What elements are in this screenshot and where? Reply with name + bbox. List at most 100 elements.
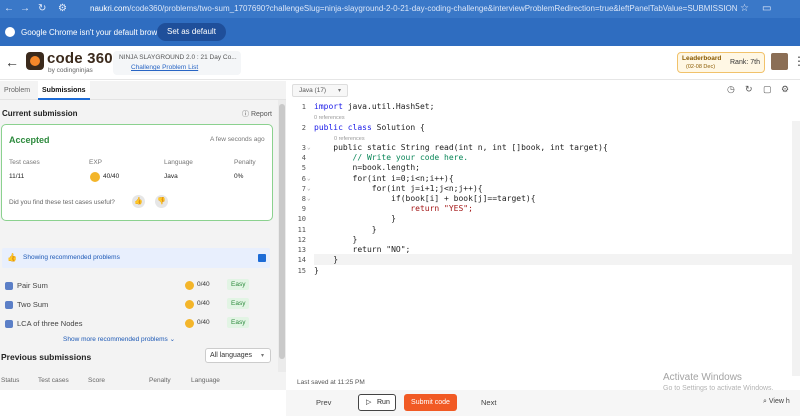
recommended-checkbox[interactable] (258, 254, 266, 262)
timer-icon[interactable]: ◷ (727, 84, 735, 95)
play-icon: ▷ (366, 399, 372, 406)
code-lens-references[interactable]: 0 references (314, 115, 345, 121)
code-line: if(book[i] + book[j]==target){ (314, 194, 536, 203)
prev-button[interactable]: Prev (316, 398, 331, 407)
col-penalty: Penalty (149, 377, 171, 384)
app-header: ← code 360 by codingninjas NINJA SLAYGRO… (0, 46, 800, 80)
submission-time: A few seconds ago (210, 136, 265, 143)
recommended-banner-label: Showing recommended problems (23, 254, 120, 261)
code-area[interactable]: 1 import java.util.HashSet; 0 references… (286, 101, 800, 376)
scrollbar-thumb[interactable] (279, 104, 285, 359)
challenge-title: NINJA SLAYGROUND 2.0 : 21 Day Co... (119, 54, 237, 61)
code360-logo-icon (26, 52, 44, 70)
feedback-question: Did you find these test cases useful? (9, 199, 115, 206)
code-line: import java.util.HashSet; (314, 102, 435, 111)
col-language: Language (191, 377, 220, 384)
value-language: Java (164, 173, 178, 180)
show-more-link[interactable]: Show more recommended problems ⌄ (63, 335, 175, 343)
settings-gear-icon[interactable]: ⚙ (781, 84, 789, 95)
code-line: for(int j=i+1;j<n;j++){ (314, 184, 483, 193)
fold-chevron-icon[interactable]: ⌄ (307, 144, 311, 151)
left-scrollbar[interactable] (278, 100, 286, 372)
problem-icon (5, 301, 13, 309)
site-info-icon[interactable]: ⚙ (58, 3, 67, 14)
set-default-button[interactable]: Set as default (157, 23, 226, 41)
last-saved-status: Last saved at 11:25 PM (297, 379, 365, 386)
address-bar[interactable]: naukri.com/code360/problems/two-sum_1707… (90, 4, 738, 13)
default-browser-infobar: Google Chrome isn't your default browser… (0, 18, 800, 46)
star-icon[interactable]: ☆ (740, 3, 749, 14)
layout-icon[interactable]: ▢ (763, 84, 772, 95)
header-test-cases: Test cases (9, 159, 40, 166)
reload-icon[interactable]: ↻ (38, 3, 46, 14)
fold-chevron-icon[interactable]: ⌄ (307, 175, 311, 182)
tab-submissions[interactable]: Submissions (38, 81, 90, 100)
problem-name[interactable]: Pair Sum (17, 281, 48, 290)
thumbs-down-icon[interactable]: 👎 (155, 195, 168, 208)
header-penalty: Penalty (234, 159, 256, 166)
coin-icon (185, 300, 194, 309)
problem-name[interactable]: LCA of three Nodes (17, 319, 82, 328)
challenge-problem-list-link[interactable]: Challenge Problem List (131, 64, 198, 71)
code-lens-references[interactable]: 0 references (334, 136, 365, 142)
infobar-message: Google Chrome isn't your default browser (21, 28, 169, 37)
problem-exp: 0/40 (197, 300, 210, 307)
back-nav-icon[interactable]: ← (4, 3, 14, 14)
submit-code-button[interactable]: Submit code (404, 394, 457, 411)
header-language: Language (164, 159, 193, 166)
code-line: } (314, 255, 339, 264)
list-item[interactable]: Two Sum 0/40 Easy (5, 298, 265, 312)
list-item[interactable]: LCA of three Nodes 0/40 Easy (5, 317, 265, 331)
report-button[interactable]: ⓘ Report (242, 109, 272, 119)
code-line: } (314, 214, 396, 223)
current-submission-title: Current submission (2, 109, 78, 118)
leaderboard-badge[interactable]: Leaderboard (02-08 Dec) Rank: 7th (677, 52, 765, 73)
chevron-down-icon: ▾ (261, 353, 265, 359)
forward-nav-icon[interactable]: → (20, 3, 30, 14)
action-bar: Prev ▷ Run Submit code Next (286, 390, 800, 416)
fold-chevron-icon[interactable]: ⌄ (307, 195, 311, 202)
problem-icon (5, 282, 13, 290)
avatar[interactable] (771, 53, 788, 70)
problem-name[interactable]: Two Sum (17, 300, 48, 309)
previous-submissions-title: Previous submissions (1, 352, 92, 362)
difficulty-badge: Easy (227, 317, 250, 328)
coin-icon (185, 319, 194, 328)
back-arrow-icon[interactable]: ← (5, 54, 19, 70)
leaderboard-label: Leaderboard (682, 55, 722, 62)
language-filter-select[interactable]: All languages ▾ (205, 348, 271, 363)
next-button[interactable]: Next (481, 398, 496, 407)
chrome-icon (5, 27, 15, 37)
editor-scrollbar[interactable] (792, 121, 800, 376)
recommended-banner: 👍 Showing recommended problems (2, 248, 270, 268)
col-test-cases: Test cases (38, 377, 69, 384)
tab-problem[interactable]: Problem (0, 81, 34, 100)
logo-subtext: by codingninjas (48, 67, 93, 74)
coin-icon (90, 172, 100, 182)
col-score: Score (88, 377, 105, 384)
browser-url-bar: ← → ↻ ⚙ naukri.com/code360/problems/two-… (0, 0, 800, 18)
code-line: } (314, 225, 377, 234)
activate-windows-watermark: Activate Windows (663, 372, 742, 383)
editor-toolbar: Java (17) ▾ ◷ ↻ ▢ ⚙ (286, 81, 800, 100)
logo-text[interactable]: code 360 (47, 50, 113, 67)
more-menu-icon[interactable]: ⋮ (793, 54, 800, 68)
list-item[interactable]: Pair Sum 0/40 Easy (5, 279, 265, 293)
info-icon: ⓘ (242, 111, 251, 118)
language-select[interactable]: Java (17) ▾ (292, 84, 348, 97)
fold-chevron-icon[interactable]: ⌄ (307, 185, 311, 192)
code-line: } (314, 266, 319, 275)
reset-icon[interactable]: ↻ (745, 84, 753, 95)
thumbs-up-icon[interactable]: 👍 (132, 195, 145, 208)
code-line: return "YES"; (314, 204, 473, 213)
code-line: } (314, 235, 358, 244)
run-button[interactable]: ▷ Run (358, 394, 396, 411)
rank-label: Rank: 7th (730, 59, 760, 66)
challenge-card: NINJA SLAYGROUND 2.0 : 21 Day Co... Chal… (113, 51, 241, 75)
problem-exp: 0/40 (197, 281, 210, 288)
code-line: for(int i=0;i<n;i++){ (314, 174, 454, 183)
tab-menu-icon[interactable]: ▭ (762, 3, 771, 14)
view-hint[interactable]: ⌕ View h (763, 398, 790, 406)
thumbs-up-icon: 👍 (7, 253, 17, 262)
col-status: Status (1, 377, 20, 384)
